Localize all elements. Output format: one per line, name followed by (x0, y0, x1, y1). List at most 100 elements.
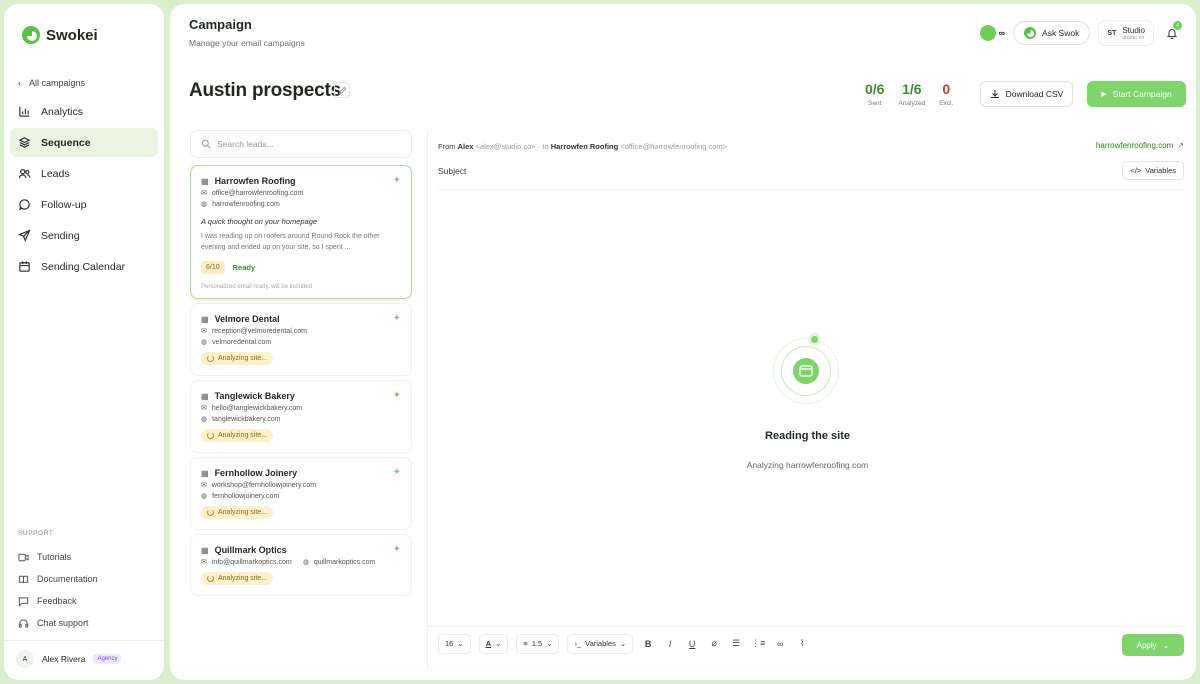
notifications-button[interactable]: 4 (1162, 21, 1182, 43)
send-icon (18, 229, 31, 242)
lead-site: velmoredental.com (212, 338, 272, 346)
divider (4, 640, 164, 641)
text-color-select[interactable]: A ⌄ (478, 633, 509, 654)
numbered-list-icon[interactable]: ⋮≡ (751, 638, 765, 649)
mail-icon: ✉ (201, 190, 207, 197)
lead-site: quillmarkoptics.com (313, 558, 376, 566)
sidebar-item-follow-up[interactable]: Follow-up (10, 190, 158, 219)
credits-indicator[interactable]: ∞ (979, 25, 1005, 41)
stat-value: 0 (942, 81, 951, 97)
lead-email-preview: I was reading up on roofers around Round… (201, 233, 380, 251)
search-icon (201, 139, 211, 149)
edit-name-button[interactable] (334, 82, 350, 98)
support-item-label: Documentation (37, 574, 98, 584)
start-campaign-button[interactable]: ▶ Start Campaign (1087, 81, 1186, 107)
status-badge: Analyzing site... (201, 352, 274, 365)
italic-icon[interactable]: I (663, 639, 677, 649)
underline-icon[interactable]: U (685, 639, 699, 649)
workspace-domain: studio.co (1122, 34, 1145, 41)
workspace-avatar: ST (1107, 29, 1117, 37)
apply-button[interactable]: Apply ⌄ (1122, 634, 1184, 656)
font-size-select[interactable]: 16 ⌄ (438, 633, 471, 654)
bullet-list-icon[interactable]: ☰ (729, 638, 743, 649)
ask-swok-button[interactable]: Ask Swok (1013, 21, 1091, 45)
support-item-documentation[interactable]: Documentation (14, 568, 154, 590)
lead-email: info@quillmarkoptics.com (211, 558, 292, 566)
stat-sent: 0/6 Sent (865, 81, 884, 107)
book-icon (18, 575, 29, 583)
terminal-icon: ›_ (574, 639, 582, 648)
line-height-icon: ≡ (523, 639, 528, 648)
building-icon: ▦ (201, 176, 209, 186)
lead-card[interactable]: ✦ ▦ Quillmark Optics ✉ info@quillmarkoptic… (190, 534, 412, 596)
link-icon[interactable]: ∞ (773, 639, 787, 649)
logo-mark-icon (22, 26, 40, 44)
app-logo[interactable]: Swokei (22, 26, 98, 44)
stat-excluded: 0 Excl. (939, 81, 953, 107)
sidebar-item-analytics[interactable]: Analytics (10, 97, 158, 126)
lead-card[interactable]: ✦ ▦ Fernhollow Joinery ✉ workshop@fernholl… (190, 457, 412, 530)
sidebar-item-label: Sending (41, 229, 80, 242)
browser-icon (793, 358, 819, 384)
sparkle-icon: ✦ (392, 390, 401, 401)
swok-logo-icon (1024, 27, 1037, 39)
insert-variables-select[interactable]: ›_ Variables ⌄ (567, 633, 634, 654)
from-to-line: From Alex <alex@studio.co> · to Harrowfe… (438, 142, 727, 151)
download-csv-button[interactable]: Download CSV (980, 81, 1073, 107)
building-icon: ▦ (201, 391, 209, 401)
format-toolbar: 16 ⌄ A ⌄ ≡ 1.5 ⌄ ›_ Variables ⌄ B I U ⌀ ☰ ⋮≡ ∞… (428, 626, 1186, 660)
mail-icon: ✉ (201, 405, 207, 412)
loading-subtitle: Analyzing harrowfenroofing.com (746, 460, 869, 470)
support-item-chat-support[interactable]: Chat support (14, 612, 154, 634)
variables-button[interactable]: </> Variables (1122, 161, 1184, 180)
stat-value: 0/6 (865, 81, 885, 97)
lead-card[interactable]: ✦ ▦ Harrowfen Roofing ✉ office@harrowfenro… (190, 165, 412, 299)
building-icon: ▦ (201, 468, 209, 478)
lead-score-badge: 6/10 (201, 261, 225, 274)
search-leads-input[interactable]: Search leads... (190, 130, 412, 158)
lead-email-subject: A quick thought on your homepage (201, 217, 318, 226)
building-icon: ▦ (201, 545, 209, 555)
sparkle-icon: ✦ (392, 175, 401, 186)
spinner-icon (207, 355, 214, 362)
status-label: Analyzing site... (218, 355, 268, 362)
users-icon (18, 168, 31, 179)
support-item-tutorials[interactable]: Tutorials (14, 546, 154, 568)
attachment-icon[interactable]: ⌇ (795, 638, 809, 649)
sidebar-item-label: Sending Calendar (41, 260, 126, 273)
chevron-down-icon: ⌄ (1162, 640, 1170, 650)
bold-icon[interactable]: B (641, 639, 655, 649)
building-icon: ▦ (201, 314, 209, 324)
user-menu[interactable]: A Alex Rivera Agency (16, 650, 122, 668)
status-badge: Analyzing site... (201, 506, 274, 519)
subject-field[interactable]: Subject (438, 166, 466, 176)
clear-format-icon[interactable]: ⌀ (707, 638, 721, 649)
globe-icon: ◍ (201, 416, 208, 423)
lead-card[interactable]: ✦ ▦ Tanglewick Bakery ✉ hello@tanglewickba… (190, 380, 412, 453)
chevron-down-icon: ⌄ (619, 639, 627, 648)
workspace-name: Studio (1122, 25, 1145, 35)
sidebar-item-sending-calendar[interactable]: Sending Calendar (10, 252, 158, 281)
status-label: Analyzing site... (218, 509, 268, 516)
support-item-feedback[interactable]: Feedback (14, 590, 154, 612)
globe-icon: ◍ (201, 493, 208, 500)
loading-indicator (773, 336, 839, 404)
sidebar-item-sequence[interactable]: Sequence (10, 128, 158, 157)
font-size-value: 16 (445, 639, 454, 648)
back-link-label: All campaigns (29, 78, 86, 88)
lead-card[interactable]: ✦ ▦ Velmore Dental ✉ reception@velmoredent… (190, 303, 412, 376)
back-to-campaigns-link[interactable]: ‹ All campaigns (18, 78, 85, 88)
workspace-switcher[interactable]: ST Studio studio.co (1098, 20, 1154, 46)
plan-badge: Agency (93, 654, 122, 664)
lead-name: Tanglewick Bakery (214, 391, 295, 401)
insert-variables-label: Variables (585, 639, 616, 648)
sidebar-item-sending[interactable]: Sending (10, 221, 158, 250)
from-label: From (438, 142, 456, 151)
line-height-select[interactable]: ≡ 1.5 ⌄ (516, 633, 560, 654)
lead-name: Velmore Dental (214, 314, 280, 324)
sidebar-item-label: Analytics (41, 105, 84, 118)
support-item-label: Feedback (37, 596, 77, 606)
sidebar: Swokei ‹ All campaigns Analytics Sequenc… (4, 4, 164, 680)
sidebar-item-leads[interactable]: Leads (10, 159, 158, 188)
lead-site-link[interactable]: harrowfenroofing.com ↗ (1096, 141, 1184, 150)
